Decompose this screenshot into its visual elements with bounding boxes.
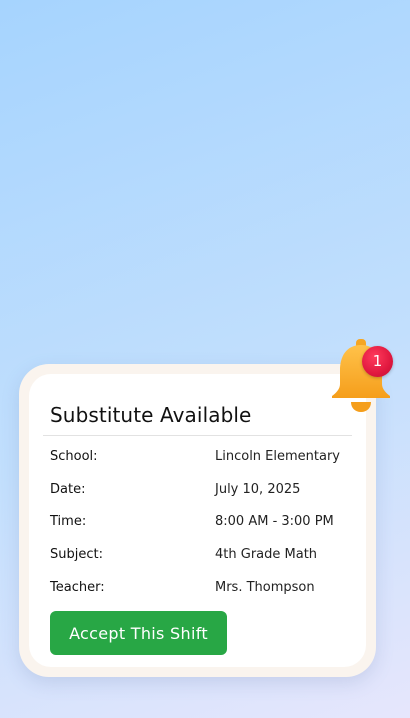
subject-label: Subject: (50, 547, 103, 562)
detail-row-time: Time: 8:00 AM - 3:00 PM (50, 512, 356, 532)
teacher-label: Teacher: (50, 580, 105, 595)
detail-row-teacher: Teacher: Mrs. Thompson (50, 578, 356, 598)
school-label: School: (50, 449, 98, 464)
teacher-value: Mrs. Thompson (215, 580, 315, 595)
school-value: Lincoln Elementary (215, 449, 341, 464)
detail-row-date: Date: July 10, 2025 (50, 480, 356, 500)
date-value: July 10, 2025 (215, 482, 301, 497)
detail-row-school: School: Lincoln Elementary (50, 447, 356, 467)
shift-notification-card: Substitute Available School: Lincoln Ele… (19, 364, 376, 677)
notification-badge: 1 (362, 346, 393, 377)
time-label: Time: (50, 514, 87, 529)
subject-value: 4th Grade Math (215, 547, 318, 562)
card-body: Substitute Available School: Lincoln Ele… (29, 374, 366, 667)
card-title: Substitute Available (50, 403, 252, 427)
title-divider (43, 435, 352, 436)
accept-shift-button[interactable]: Accept This Shift (50, 611, 227, 655)
time-value: 8:00 AM - 3:00 PM (215, 514, 334, 529)
date-label: Date: (50, 482, 86, 497)
detail-row-subject: Subject: 4th Grade Math (50, 545, 356, 565)
